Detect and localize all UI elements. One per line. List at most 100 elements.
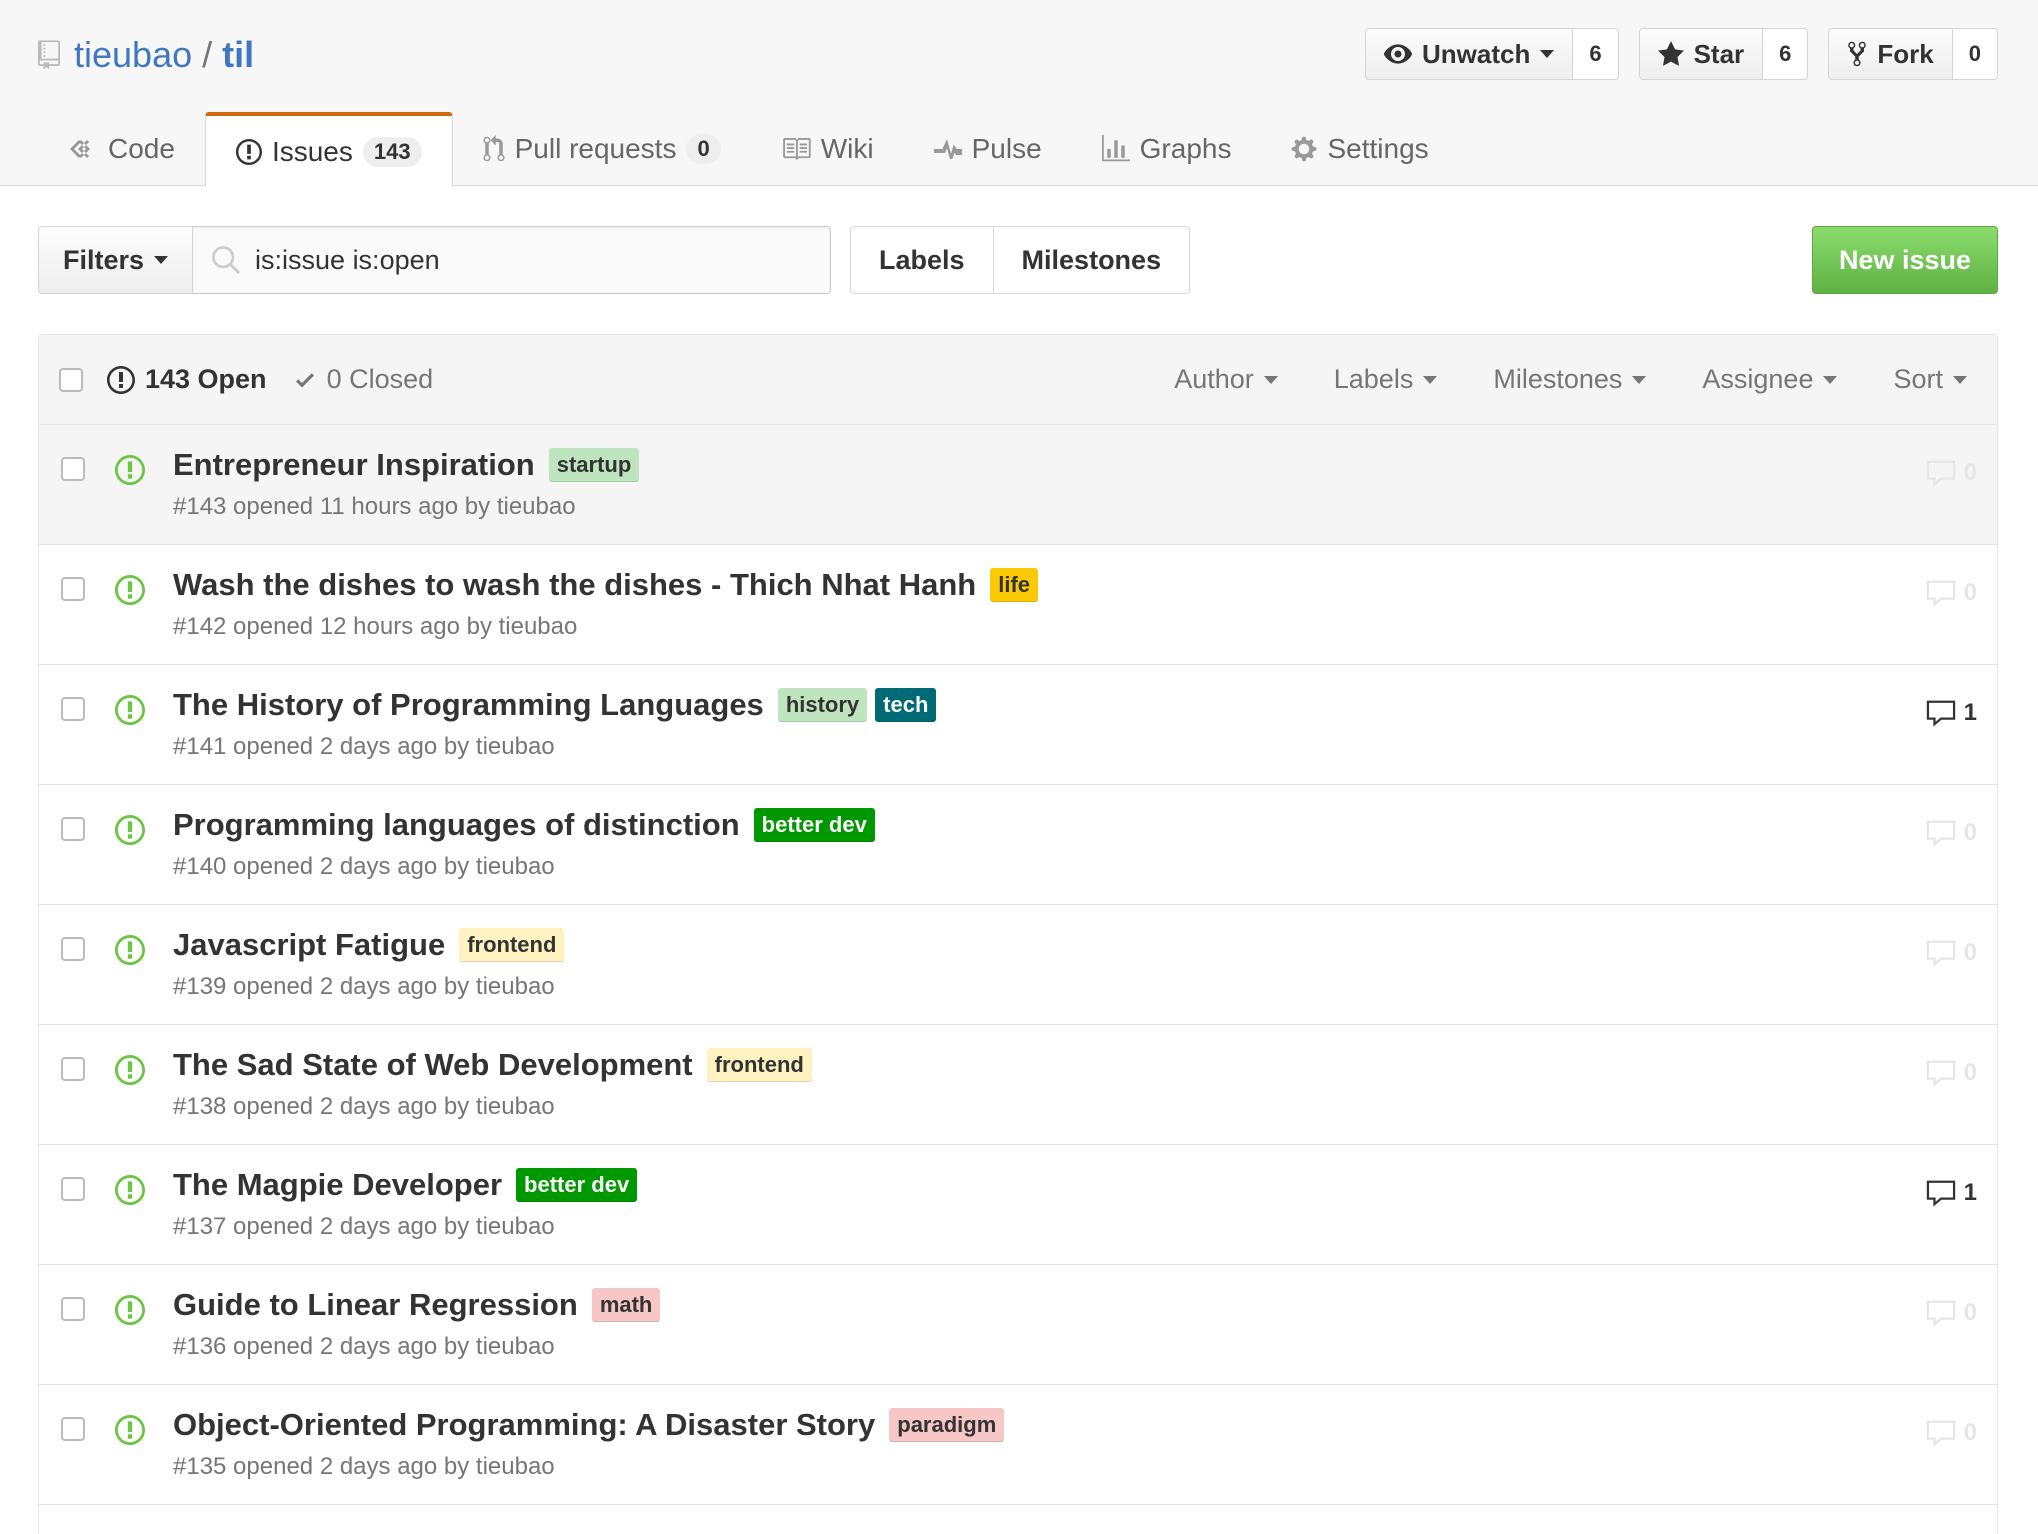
issue-checkbox[interactable] (61, 577, 85, 601)
comment-count: 0 (1963, 579, 1977, 606)
star-button[interactable]: Star (1638, 28, 1764, 80)
tab-code[interactable]: Code (40, 112, 205, 186)
forks-count[interactable]: 0 (1952, 28, 1998, 80)
issue-title-link[interactable]: The Magpie Developer (173, 1167, 502, 1203)
issue-comments-link[interactable]: 0 (1926, 1299, 1977, 1327)
issue-checkbox[interactable] (61, 1297, 85, 1321)
issue-labels: frontend (445, 928, 565, 962)
issue-comments-link[interactable]: 0 (1926, 459, 1977, 487)
issue-label[interactable]: better dev (516, 1168, 638, 1202)
issue-row: Guide to Linear Regression math #136 ope… (39, 1265, 1997, 1385)
issue-label[interactable]: frontend (459, 928, 565, 962)
tab-graphs[interactable]: Graphs (1072, 112, 1262, 186)
tab-wiki[interactable]: Wiki (751, 112, 904, 186)
tab-pulse[interactable]: Pulse (904, 112, 1072, 186)
issue-opened-icon (115, 455, 145, 485)
issue-comments-link[interactable]: 0 (1926, 819, 1977, 847)
issue-checkbox[interactable] (61, 1417, 85, 1441)
author-filter[interactable]: Author (1174, 364, 1278, 395)
tab-issues[interactable]: Issues 143 (204, 112, 453, 187)
issue-label[interactable]: history (777, 688, 868, 722)
issue-label[interactable]: math (591, 1288, 661, 1322)
gear-icon (1292, 136, 1317, 162)
issue-comments-link[interactable]: 0 (1926, 1419, 1977, 1447)
issue-checkbox[interactable] (61, 697, 85, 721)
issue-title-link[interactable]: Wash the dishes to wash the dishes - Thi… (173, 567, 976, 603)
issue-label[interactable]: better dev (753, 808, 875, 842)
watchers-count[interactable]: 6 (1573, 28, 1619, 80)
issue-title-link[interactable]: Javascript Fatigue (173, 927, 445, 963)
sort-filter[interactable]: Sort (1893, 364, 1967, 395)
issue-comments-link[interactable]: 1 (1926, 1179, 1977, 1207)
new-issue-button[interactable]: New issue (1811, 226, 1998, 294)
filters-button[interactable]: Filters (38, 226, 194, 294)
tab-graphs-label: Graphs (1139, 133, 1232, 164)
repo-name-link[interactable]: til (222, 34, 254, 76)
issue-search (193, 226, 832, 294)
issue-title-line: Object-Oriented Programming: A Disaster … (173, 1407, 1005, 1443)
issue-title-link[interactable]: Entrepreneur Inspiration (173, 447, 535, 483)
select-all-checkbox[interactable] (59, 367, 83, 392)
issue-label[interactable]: life (990, 568, 1039, 602)
tab-settings[interactable]: Settings (1261, 112, 1458, 186)
issue-title-line: The Magpie Developer better dev (173, 1167, 638, 1203)
issue-label[interactable]: startup (548, 448, 640, 482)
repo-separator: / (202, 34, 213, 75)
assignee-filter[interactable]: Assignee (1702, 364, 1838, 395)
comment-icon (1926, 700, 1955, 727)
issue-opened-icon (115, 1175, 145, 1205)
tab-wiki-label: Wiki (820, 133, 874, 164)
filters-group: Filters (38, 226, 832, 294)
issue-title-link[interactable]: The History of Programming Languages (173, 687, 764, 723)
issue-title-link[interactable]: Programming languages of distinction (173, 807, 740, 843)
issue-checkbox[interactable] (61, 457, 85, 481)
issue-checkbox[interactable] (61, 1177, 85, 1201)
issue-comments-link[interactable]: 0 (1926, 939, 1977, 967)
issue-title-link[interactable]: The Sad State of Web Development (173, 1047, 693, 1083)
issue-comments-link[interactable]: 0 (1926, 579, 1977, 607)
issues-table-header: 143 Open 0 Closed Author Labels Mileston… (39, 335, 1997, 425)
issue-comments-link[interactable]: 0 (1926, 1059, 1977, 1087)
milestones-button[interactable]: Milestones (993, 226, 1191, 294)
issue-title-link[interactable]: Object-Oriented Programming: A Disaster … (173, 1407, 875, 1443)
fork-button[interactable]: Fork (1828, 28, 1953, 80)
comment-icon (1926, 1420, 1955, 1447)
repo-owner-link[interactable]: tieubao (74, 34, 192, 76)
labels-filter[interactable]: Labels (1334, 364, 1438, 395)
issue-comments-link[interactable]: 1 (1926, 699, 1977, 727)
issue-opened-icon (115, 935, 145, 965)
search-input[interactable] (255, 244, 756, 276)
chevron-down-icon (1823, 375, 1838, 384)
milestones-filter[interactable]: Milestones (1493, 364, 1647, 395)
pulse-icon (933, 139, 962, 159)
unwatch-button[interactable]: Unwatch (1364, 28, 1574, 80)
issue-meta: #141 opened 2 days ago by tieubao (173, 733, 555, 760)
book-icon (782, 138, 811, 160)
open-issues-link[interactable]: 143 Open (107, 364, 267, 395)
issue-meta: #142 opened 12 hours ago by tieubao (173, 613, 578, 640)
comment-count: 0 (1963, 1419, 1977, 1446)
issue-row: Programming languages of distinction bet… (39, 785, 1997, 905)
issue-meta: #135 opened 2 days ago by tieubao (173, 1453, 555, 1480)
issue-checkbox[interactable] (61, 937, 85, 961)
issue-title-link[interactable]: Guide to Linear Regression (173, 1287, 578, 1323)
issue-label[interactable]: tech (875, 688, 937, 722)
comment-icon (1926, 460, 1955, 487)
chevron-down-icon (1263, 375, 1278, 384)
tab-pull-requests[interactable]: Pull requests 0 (453, 112, 751, 186)
issue-checkbox[interactable] (61, 817, 85, 841)
issue-label[interactable]: paradigm (889, 1408, 1005, 1442)
chevron-down-icon (1632, 375, 1647, 384)
labels-button[interactable]: Labels (850, 226, 994, 294)
issue-meta: #139 opened 2 days ago by tieubao (173, 973, 555, 1000)
stargazers-count[interactable]: 6 (1763, 28, 1809, 80)
closed-issues-link[interactable]: 0 Closed (293, 364, 433, 395)
comment-icon (1926, 820, 1955, 847)
issue-opened-icon (107, 365, 135, 394)
issue-checkbox[interactable] (61, 1057, 85, 1081)
issue-opened-icon (235, 138, 262, 165)
issue-label[interactable]: frontend (706, 1048, 812, 1082)
fork-group: Fork 0 (1828, 28, 1998, 80)
author-filter-label: Author (1174, 364, 1254, 394)
comment-count: 0 (1963, 1299, 1977, 1326)
